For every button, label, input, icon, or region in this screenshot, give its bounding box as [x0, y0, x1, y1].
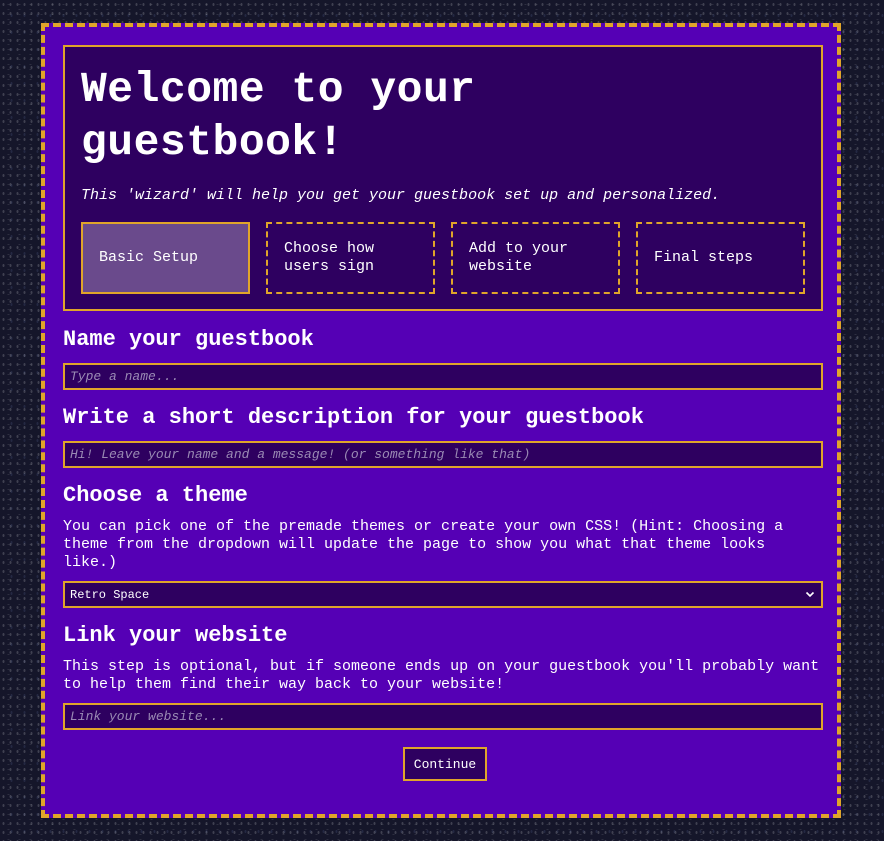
continue-button[interactable]: Continue: [403, 747, 487, 781]
website-help-text: This step is optional, but if someone en…: [63, 658, 820, 693]
step-basic-setup[interactable]: Basic Setup: [81, 222, 250, 294]
wizard-steps: Basic Setup Choose how users sign Add to…: [81, 222, 805, 294]
page-title: Welcome to your guestbook!: [81, 65, 476, 167]
website-input[interactable]: [63, 703, 823, 730]
step-label: Basic Setup: [99, 249, 199, 266]
step-choose-how-users-sign[interactable]: Choose how users sign: [266, 222, 435, 294]
theme-select[interactable]: Retro Space: [63, 581, 823, 608]
website-heading: Link your website: [63, 623, 288, 648]
step-label: Choose how users sign: [284, 240, 375, 275]
step-label: Final steps: [654, 249, 754, 266]
welcome-header: Welcome to your guestbook! This 'wizard'…: [63, 45, 823, 311]
description-input[interactable]: [63, 441, 823, 468]
description-heading: Write a short description for your guest…: [63, 405, 644, 430]
chevron-down-icon: [805, 591, 815, 598]
step-final-steps[interactable]: Final steps: [636, 222, 805, 294]
page-subtitle: This 'wizard' will help you get your gue…: [81, 187, 721, 204]
step-label: Add to your website: [469, 240, 569, 275]
name-heading: Name your guestbook: [63, 327, 314, 352]
wizard-frame: Welcome to your guestbook! This 'wizard'…: [41, 23, 841, 818]
name-input[interactable]: [63, 363, 823, 390]
theme-heading: Choose a theme: [63, 483, 248, 508]
step-add-to-website[interactable]: Add to your website: [451, 222, 620, 294]
theme-selected-value: Retro Space: [70, 587, 150, 602]
theme-help-text: You can pick one of the premade themes o…: [63, 518, 784, 571]
